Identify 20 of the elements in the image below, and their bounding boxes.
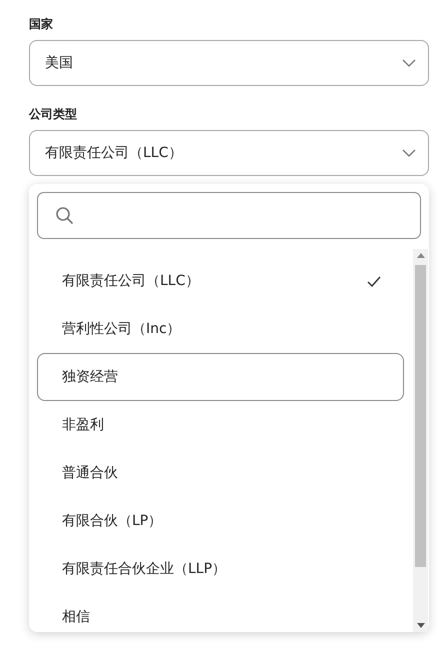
- dropdown-option[interactable]: 相信: [37, 593, 404, 632]
- search-icon: [55, 206, 75, 226]
- dropdown-option[interactable]: 普通合伙: [37, 449, 404, 497]
- dropdown-option[interactable]: 独资经营: [37, 353, 404, 401]
- dropdown-option[interactable]: 营利性公司（Inc）: [37, 305, 404, 353]
- select-field[interactable]: 美国: [29, 40, 429, 86]
- dropdown-option[interactable]: 非盈利: [37, 401, 404, 449]
- dropdown-option[interactable]: 有限责任合伙企业（LLP）: [37, 545, 404, 593]
- scrollbar[interactable]: [413, 249, 428, 632]
- search-field[interactable]: [37, 192, 421, 239]
- field-label: 国家: [29, 16, 54, 33]
- dropdown-option[interactable]: 有限合伙（LP）: [37, 497, 404, 545]
- dropdown-option[interactable]: 有限责任公司（LLC）: [37, 257, 404, 305]
- select-field[interactable]: 有限责任公司（LLC）: [29, 130, 429, 176]
- scrollbar-thumb[interactable]: [415, 265, 426, 567]
- chevron-down-icon: [402, 59, 416, 67]
- scroll-up-icon[interactable]: [416, 253, 424, 258]
- scroll-down-icon[interactable]: [416, 623, 424, 628]
- chevron-down-icon: [402, 149, 416, 157]
- field-label: 公司类型: [29, 106, 78, 123]
